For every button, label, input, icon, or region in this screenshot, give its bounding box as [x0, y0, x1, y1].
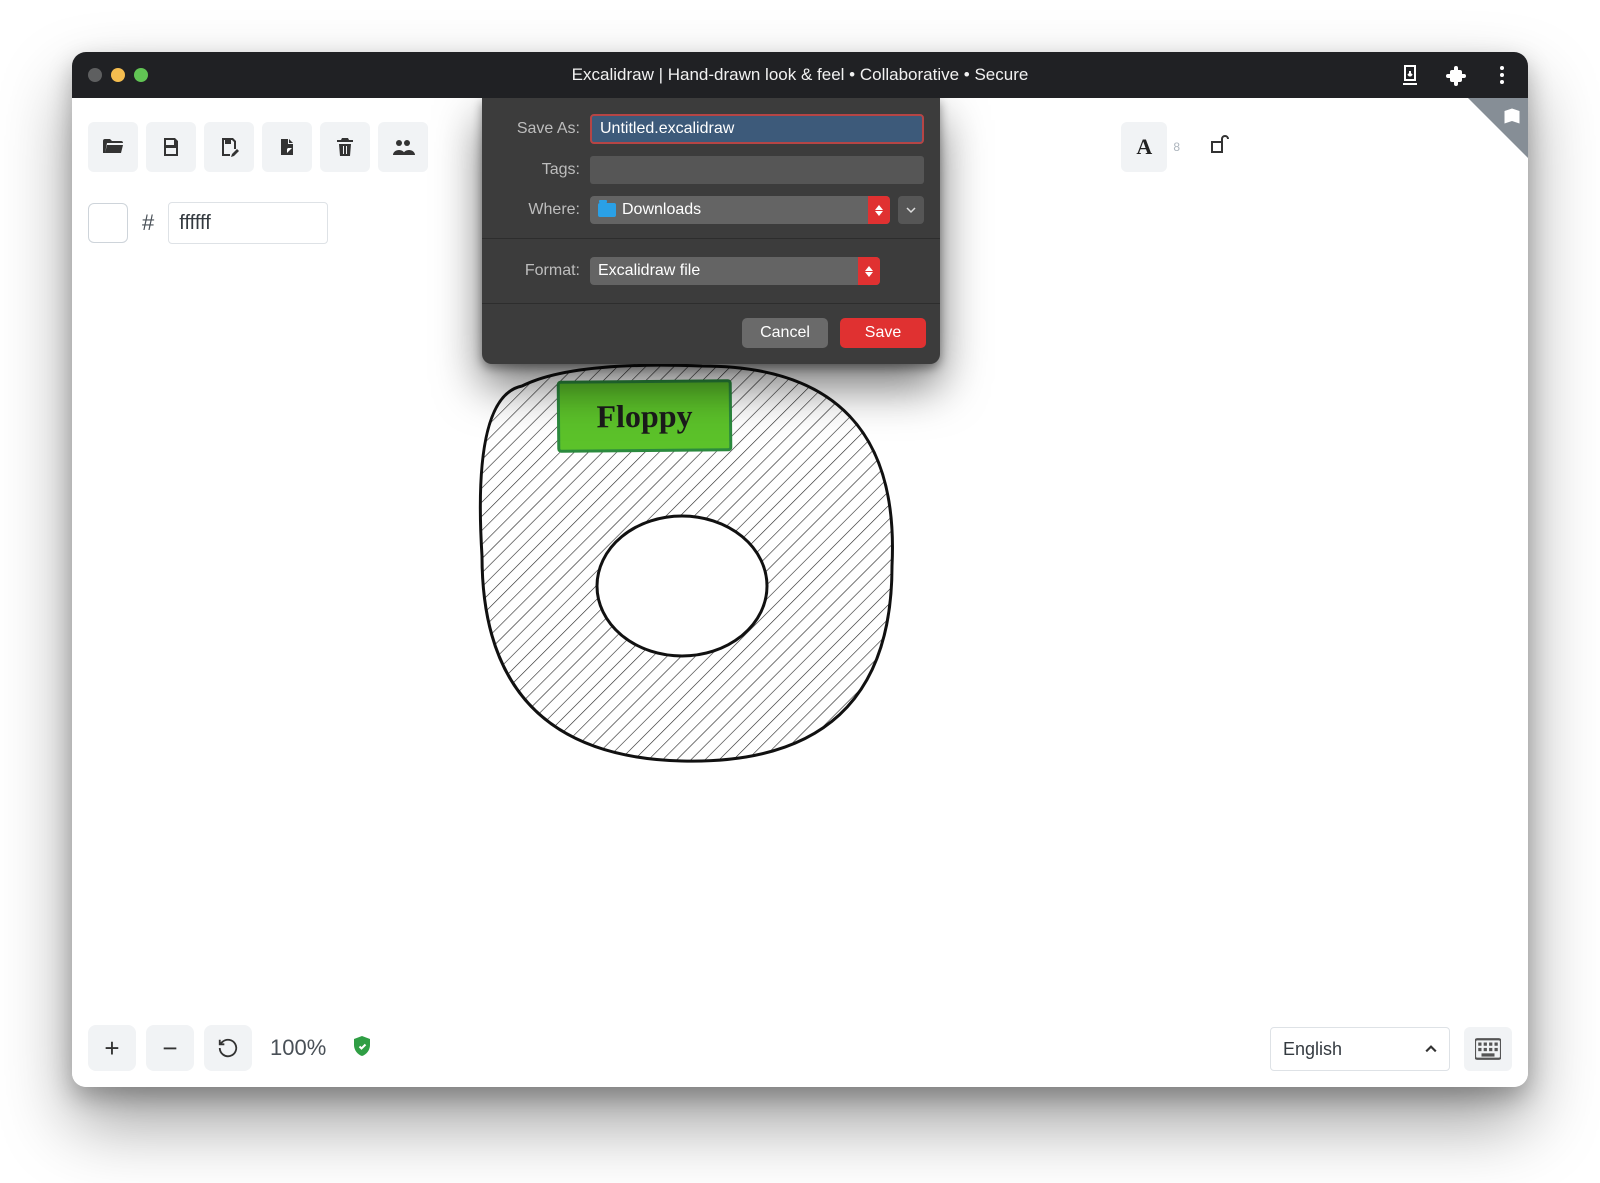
zoom-level: 100%	[270, 1035, 326, 1061]
zoom-out-button[interactable]: −	[146, 1025, 194, 1071]
where-value: Downloads	[622, 201, 701, 219]
zoom-in-button[interactable]: +	[88, 1025, 136, 1071]
save-button[interactable]	[146, 122, 196, 172]
window-fullscreen-icon[interactable]	[134, 68, 148, 82]
window-traffic-lights	[88, 68, 148, 82]
stepper-icon	[858, 257, 880, 285]
save-as-button[interactable]	[204, 122, 254, 172]
bottom-right-controls: English	[1270, 1027, 1512, 1071]
window-titlebar: Excalidraw | Hand-drawn look & feel • Co…	[72, 52, 1528, 98]
where-expand-button[interactable]	[898, 196, 924, 224]
save-file-dialog: Save As: Untitled.excalidraw Tags:	[482, 98, 940, 364]
clear-canvas-button[interactable]	[320, 122, 370, 172]
save-as-label: Save As:	[498, 120, 590, 138]
encrypted-shield-icon[interactable]	[350, 1034, 374, 1062]
app-canvas-area[interactable]: A 8 #	[72, 98, 1528, 1087]
drawing-label-text: Floppy	[596, 397, 692, 435]
where-dropdown[interactable]: Downloads	[590, 196, 890, 224]
shape-toolbar-right: A 8	[1121, 122, 1236, 172]
where-label: Where:	[498, 201, 590, 219]
kebab-menu-icon[interactable]	[1490, 63, 1514, 87]
save-button-label: Save	[865, 324, 901, 342]
window-close-icon[interactable]	[88, 68, 102, 82]
open-button[interactable]	[88, 122, 138, 172]
format-value: Excalidraw file	[598, 262, 700, 280]
drawing-label: Floppy	[557, 379, 733, 453]
language-value: English	[1283, 1039, 1342, 1060]
chevron-up-icon	[1425, 1043, 1437, 1055]
format-label: Format:	[498, 262, 590, 280]
zoom-reset-button[interactable]	[204, 1025, 252, 1071]
cancel-button[interactable]: Cancel	[742, 318, 828, 348]
extensions-icon[interactable]	[1444, 63, 1468, 87]
background-color-picker: #	[88, 202, 328, 244]
tags-input[interactable]	[590, 156, 924, 184]
text-tool-button[interactable]: A	[1121, 122, 1167, 172]
text-tool-label: A	[1136, 134, 1152, 160]
hex-color-input[interactable]	[168, 202, 328, 244]
cancel-button-label: Cancel	[760, 324, 810, 342]
window-minimize-icon[interactable]	[111, 68, 125, 82]
hash-symbol: #	[136, 210, 160, 236]
save-confirm-button[interactable]: Save	[840, 318, 926, 348]
export-button[interactable]	[262, 122, 312, 172]
install-app-icon[interactable]	[1398, 63, 1422, 87]
save-as-input[interactable]: Untitled.excalidraw	[590, 114, 924, 144]
app-window: Excalidraw | Hand-drawn look & feel • Co…	[72, 52, 1528, 1087]
lock-toggle-button[interactable]	[1208, 133, 1236, 161]
color-swatch[interactable]	[88, 203, 128, 243]
collaboration-button[interactable]	[378, 122, 428, 172]
window-title: Excalidraw | Hand-drawn look & feel • Co…	[572, 65, 1029, 85]
keyboard-shortcuts-button[interactable]	[1464, 1027, 1512, 1071]
zoom-controls: + − 100%	[88, 1025, 374, 1071]
text-tool-shortcut: 8	[1173, 140, 1180, 154]
corner-ribbon[interactable]	[1468, 98, 1528, 158]
stepper-icon	[868, 196, 890, 224]
file-toolbar	[88, 122, 428, 172]
format-dropdown[interactable]: Excalidraw file	[590, 257, 880, 285]
tags-label: Tags:	[498, 161, 590, 179]
language-dropdown[interactable]: English	[1270, 1027, 1450, 1071]
save-as-value: Untitled.excalidraw	[600, 120, 734, 138]
folder-icon	[598, 203, 616, 217]
